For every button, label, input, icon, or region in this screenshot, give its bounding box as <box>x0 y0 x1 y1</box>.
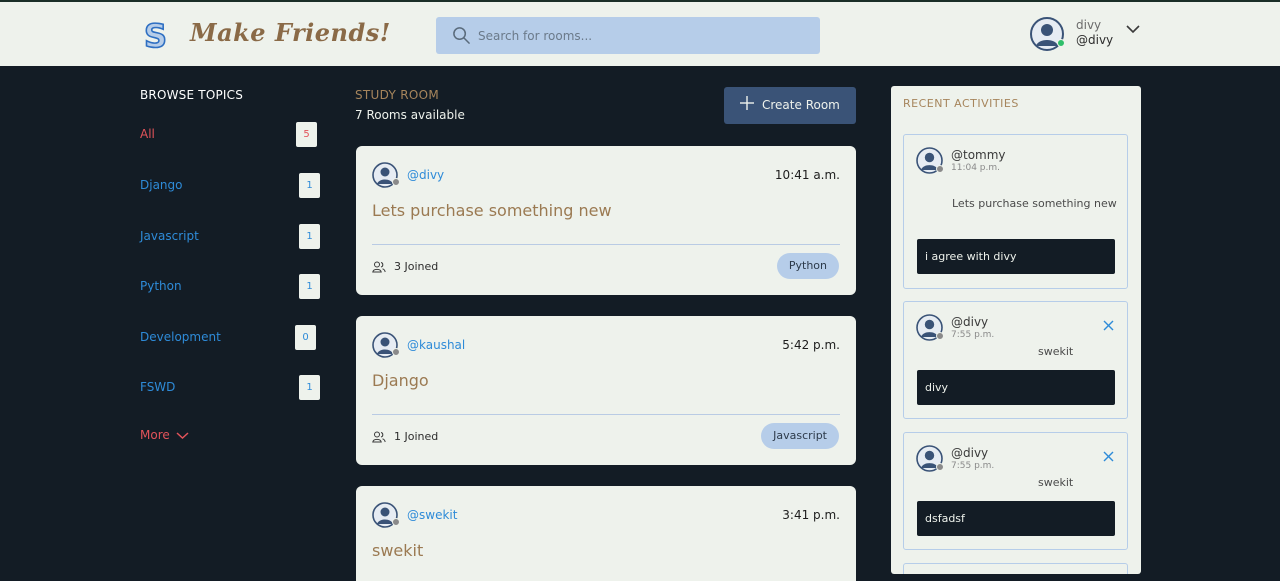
more-label: More <box>140 428 170 442</box>
room-name-link[interactable]: Lets purchase something new <box>372 201 612 220</box>
room-time: 3:41 p.m. <box>782 508 840 522</box>
status-dot <box>936 332 944 340</box>
browse-topics-title: BROWSE TOPICS <box>140 88 244 102</box>
topic-label[interactable]: FSWD <box>140 380 175 394</box>
search-input[interactable] <box>478 17 808 54</box>
divider <box>372 244 840 245</box>
status-dot <box>392 348 400 356</box>
close-icon[interactable] <box>1103 451 1114 462</box>
room-time: 10:41 a.m. <box>774 168 840 182</box>
room-host-link[interactable]: @swekit <box>407 508 457 522</box>
create-room-label: Create Room <box>762 98 840 112</box>
recent-activities-title: RECENT ACTIVITIES <box>903 97 1019 110</box>
topic-label[interactable]: Python <box>140 279 182 293</box>
topic-label[interactable]: Django <box>140 178 183 192</box>
activity-card: @divy 7:55 p.m. swekit divy <box>903 301 1128 419</box>
divider <box>372 414 840 415</box>
search-bar[interactable] <box>436 17 820 54</box>
activity-message: dsfadsf <box>917 501 1115 536</box>
joined-count: 1 Joined <box>394 430 439 443</box>
recent-activities-panel: RECENT ACTIVITIES @tommy 11:04 p.m. Lets… <box>891 86 1141 574</box>
activity-time: 7:55 p.m. <box>951 461 995 471</box>
user-handle: @divy <box>1076 33 1114 47</box>
status-dot <box>936 165 944 173</box>
user-name: divy <box>1076 18 1102 32</box>
activity-room-link[interactable]: swekit <box>1038 345 1073 358</box>
topic-tag[interactable]: Python <box>776 253 839 279</box>
study-room-title: STUDY ROOM <box>355 88 440 102</box>
topic-item-javascript[interactable]: Javascript 1 <box>140 224 320 250</box>
topic-item-django[interactable]: Django 1 <box>140 173 320 199</box>
topic-item-all[interactable]: All 5 <box>140 122 320 148</box>
topic-label[interactable]: Development <box>140 330 221 344</box>
topic-count-badge: 0 <box>295 325 316 350</box>
chevron-down-icon <box>176 432 189 440</box>
activity-time: 11:04 p.m. <box>951 163 1000 173</box>
chevron-down-icon[interactable] <box>1126 24 1140 34</box>
room-name-link[interactable]: swekit <box>372 541 423 560</box>
logo-letter: S <box>144 17 167 53</box>
rooms-available-count: 7 Rooms available <box>355 108 465 122</box>
topic-count-badge: 1 <box>299 173 320 198</box>
users-icon <box>372 261 386 273</box>
activity-card: @tommy 11:04 p.m. Lets purchase somethin… <box>903 134 1128 289</box>
search-icon <box>453 27 470 44</box>
activity-room-link[interactable]: Lets purchase something new <box>952 197 1117 210</box>
topic-tag[interactable]: Javascript <box>761 423 839 449</box>
room-time: 5:42 p.m. <box>782 338 840 352</box>
topic-count-badge: 1 <box>299 274 320 299</box>
status-dot <box>392 178 400 186</box>
status-dot <box>392 518 400 526</box>
activity-room-link[interactable]: swekit <box>1038 476 1073 489</box>
topic-label[interactable]: All <box>140 127 155 141</box>
activity-time: 7:55 p.m. <box>951 330 995 340</box>
close-icon[interactable] <box>1103 320 1114 331</box>
activity-card <box>903 563 1128 574</box>
room-card[interactable]: @swekit 3:41 p.m. swekit <box>356 486 856 581</box>
activity-user-link[interactable]: @tommy <box>951 148 1006 162</box>
topic-count-badge: 1 <box>299 375 320 400</box>
status-dot <box>936 463 944 471</box>
topic-count-badge: 1 <box>299 224 320 249</box>
users-icon <box>372 431 386 443</box>
activity-message: i agree with divy <box>917 239 1115 274</box>
topic-count-badge: 5 <box>296 122 317 147</box>
top-header: S Make Friends! divy @divy <box>0 0 1280 66</box>
plus-icon <box>740 96 754 110</box>
room-name-link[interactable]: Django <box>372 371 429 390</box>
create-room-button[interactable]: Create Room <box>724 87 856 124</box>
activity-user-link[interactable]: @divy <box>951 446 988 460</box>
topic-item-python[interactable]: Python 1 <box>140 274 320 300</box>
room-host-link[interactable]: @divy <box>407 168 444 182</box>
topic-label[interactable]: Javascript <box>140 229 199 243</box>
logo-icon[interactable]: S <box>140 16 174 56</box>
app-title[interactable]: Make Friends! <box>190 18 391 47</box>
topic-item-fswd[interactable]: FSWD 1 <box>140 375 320 401</box>
room-card[interactable]: @divy 10:41 a.m. Lets purchase something… <box>356 146 856 295</box>
activity-message: divy <box>917 370 1115 405</box>
activity-user-link[interactable]: @divy <box>951 315 988 329</box>
activity-card: @divy 7:55 p.m. swekit dsfadsf <box>903 432 1128 550</box>
room-card[interactable]: @kaushal 5:42 p.m. Django 1 Joined Javas… <box>356 316 856 465</box>
topic-item-development[interactable]: Development 0 <box>140 325 320 351</box>
online-status-dot <box>1057 39 1065 47</box>
joined-count: 3 Joined <box>394 260 439 273</box>
more-topics-link[interactable]: More <box>140 428 189 442</box>
room-host-link[interactable]: @kaushal <box>407 338 465 352</box>
